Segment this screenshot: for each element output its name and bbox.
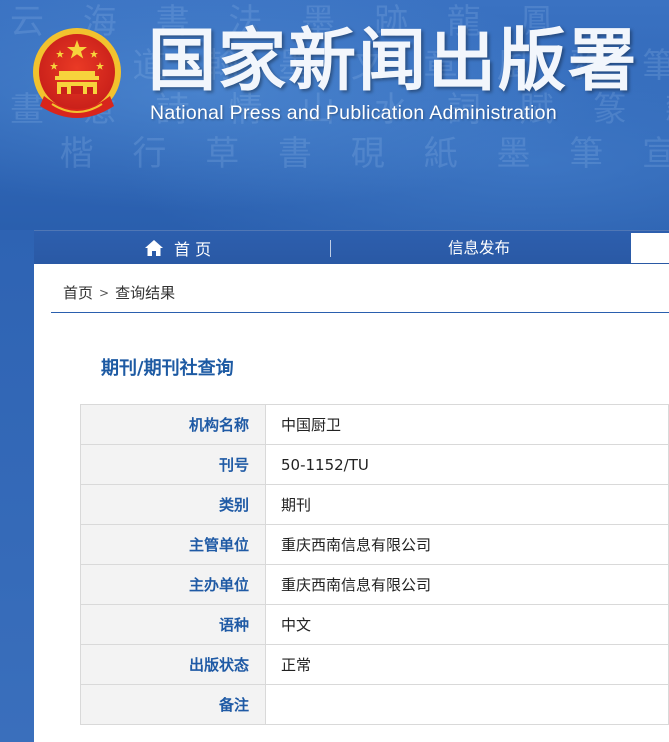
- table-row: 类别 期刊: [80, 484, 669, 525]
- row-value: [265, 684, 669, 725]
- breadcrumb: 首页 > 查询结果: [63, 282, 175, 303]
- breadcrumb-home-link[interactable]: 首页: [63, 282, 93, 303]
- row-label: 类别: [80, 484, 266, 525]
- page-title: 期刊/期刊社查询: [101, 358, 234, 379]
- nav-divider: [330, 240, 331, 257]
- row-label: 主管单位: [80, 524, 266, 565]
- table-row: 主管单位 重庆西南信息有限公司: [80, 524, 669, 565]
- breadcrumb-current: 查询结果: [115, 284, 176, 302]
- nav-item-partial[interactable]: [631, 233, 669, 263]
- table-row: 备注: [80, 684, 669, 725]
- main-nav: 首 页 信息发布: [34, 230, 669, 264]
- row-value: 正常: [265, 644, 669, 685]
- row-value: 中文: [265, 604, 669, 645]
- row-value: 重庆西南信息有限公司: [265, 564, 669, 605]
- national-emblem-icon: [33, 28, 121, 118]
- table-row: 语种 中文: [80, 604, 669, 645]
- table-row: 机构名称 中国厨卫: [80, 404, 669, 445]
- row-label: 语种: [80, 604, 266, 645]
- row-label: 刊号: [80, 444, 266, 485]
- row-value: 中国厨卫: [265, 404, 669, 445]
- nav-home-label: 首 页: [174, 240, 212, 259]
- table-row: 主办单位 重庆西南信息有限公司: [80, 564, 669, 605]
- nav-item-info[interactable]: 信息发布: [448, 236, 510, 260]
- site-header: 云 海 書 法 墨 跡 龍 鳳 書 道 翰 墨 文 章 風 雅 筆 畫 意 詩 …: [0, 0, 669, 230]
- row-value: 期刊: [265, 484, 669, 525]
- row-label: 备注: [80, 684, 266, 725]
- home-icon: [145, 240, 163, 256]
- row-label: 出版状态: [80, 644, 266, 685]
- table-row: 出版状态 正常: [80, 644, 669, 685]
- site-subtitle: National Press and Publication Administr…: [150, 102, 557, 124]
- row-label: 主办单位: [80, 564, 266, 605]
- breadcrumb-divider: [51, 312, 669, 313]
- left-background-strip: [0, 230, 34, 742]
- content-panel: 首页 > 查询结果 期刊/期刊社查询 机构名称 中国厨卫 刊号 50-1152/…: [34, 264, 669, 742]
- row-value: 50-1152/TU: [265, 444, 669, 485]
- result-table: 机构名称 中国厨卫 刊号 50-1152/TU 类别 期刊 主管单位 重庆西南信…: [80, 404, 669, 725]
- nav-item-home[interactable]: 首 页: [144, 236, 211, 260]
- site-title: 国家新闻出版署: [148, 22, 639, 101]
- breadcrumb-separator: >: [99, 285, 110, 300]
- row-label: 机构名称: [80, 404, 266, 445]
- row-value: 重庆西南信息有限公司: [265, 524, 669, 565]
- table-row: 刊号 50-1152/TU: [80, 444, 669, 485]
